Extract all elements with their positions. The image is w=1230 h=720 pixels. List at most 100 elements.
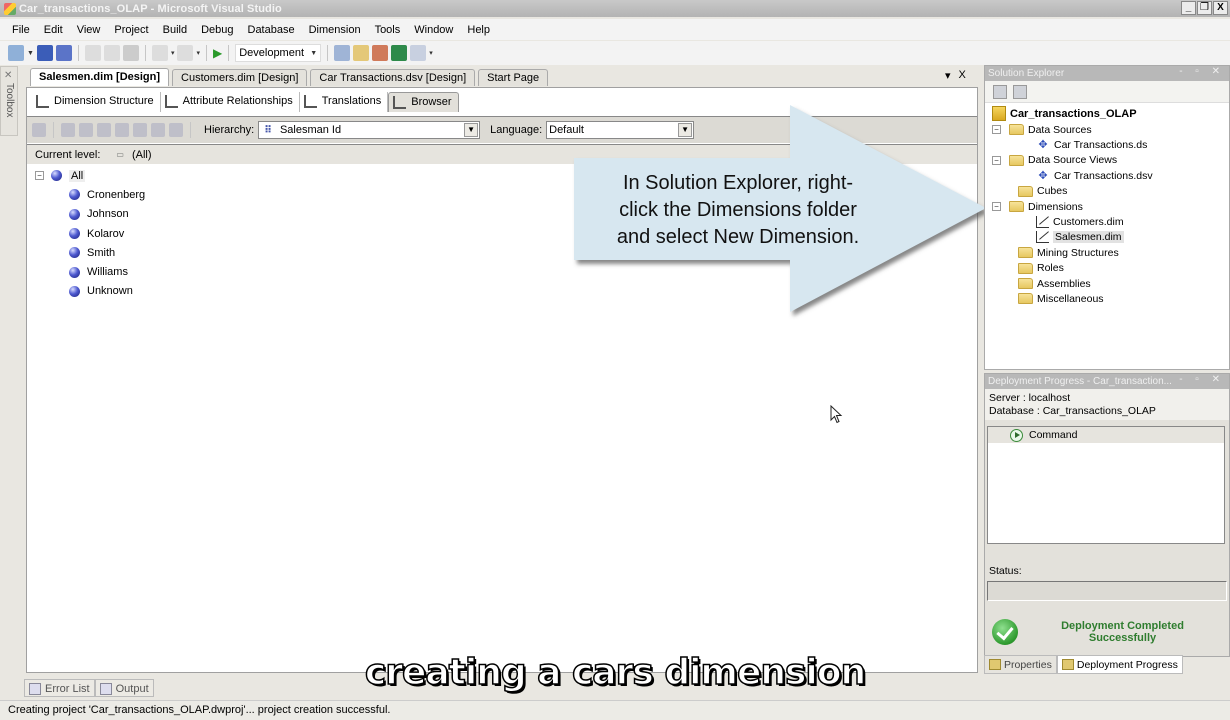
folder-roles[interactable]: Roles — [992, 261, 1229, 276]
close-document-icon[interactable]: X — [959, 69, 966, 82]
delete-member-icon[interactable] — [133, 123, 147, 137]
folder-cubes[interactable]: Cubes — [992, 184, 1229, 199]
tree-root-all[interactable]: − All — [35, 166, 145, 185]
writeback-icon[interactable] — [97, 123, 111, 137]
folder-data-source-views[interactable]: − Data Source Views — [992, 153, 1229, 168]
panel-controls[interactable]: - ▫ ✕ — [1179, 374, 1225, 385]
toolbar-options-icon[interactable]: ▾ — [429, 49, 433, 57]
active-files-dropdown-icon[interactable]: ▾ — [945, 69, 951, 82]
language-select[interactable]: Default ▼ — [546, 121, 695, 139]
collapse-icon[interactable]: − — [992, 155, 1001, 165]
panel-controls[interactable]: - ▫ ✕ — [1179, 66, 1225, 77]
hierarchy-select[interactable]: ⠿ Salesman Id ▼ — [258, 121, 481, 139]
reconnect-icon[interactable] — [61, 123, 75, 137]
command-row[interactable]: Command — [988, 427, 1224, 443]
copy-icon[interactable] — [103, 45, 120, 61]
tree-member[interactable]: Smith — [35, 243, 145, 262]
folder-miscellaneous[interactable]: Miscellaneous — [992, 291, 1229, 306]
folder-mining-structures[interactable]: Mining Structures — [992, 245, 1229, 260]
tools-icon[interactable] — [372, 45, 389, 61]
doc-tab-salesmen-dim[interactable]: Salesmen.dim [Design] — [30, 68, 170, 86]
folder-dimensions[interactable]: − Dimensions — [992, 199, 1229, 214]
collapse-icon[interactable]: − — [992, 202, 1001, 212]
tab-output[interactable]: Output — [94, 679, 154, 697]
menu-file[interactable]: File — [5, 22, 37, 38]
tree-member[interactable]: Kolarov — [35, 224, 145, 243]
properties-icon[interactable] — [993, 84, 1007, 99]
member-properties-icon[interactable] — [79, 123, 93, 137]
chevron-down-icon[interactable]: ▼ — [678, 123, 693, 137]
member-icon — [69, 208, 80, 220]
new-project-icon[interactable] — [8, 45, 24, 61]
file-customers-dim[interactable]: Customers.dim — [992, 214, 1229, 229]
expand-command-icon[interactable] — [1010, 428, 1023, 442]
file-salesmen-dim[interactable]: Salesmen.dim — [992, 230, 1229, 245]
menu-window[interactable]: Window — [407, 22, 460, 38]
indent-icon[interactable] — [151, 123, 165, 137]
save-all-icon[interactable] — [55, 45, 72, 61]
minimize-button[interactable]: _ — [1181, 1, 1196, 15]
file-car-transactions-ds[interactable]: ✥ Car Transactions.ds — [992, 137, 1229, 152]
tab-properties[interactable]: Properties — [984, 655, 1057, 674]
restore-button[interactable]: ❐ — [1197, 1, 1212, 15]
reprocess-icon[interactable] — [32, 123, 46, 137]
outdent-icon[interactable] — [169, 123, 183, 137]
project-node[interactable]: Car_transactions_OLAP — [992, 105, 1229, 122]
tab-error-list[interactable]: Error List — [24, 679, 95, 697]
folder-assemblies[interactable]: Assemblies — [992, 276, 1229, 291]
cut-icon[interactable] — [84, 45, 101, 61]
toolbox-tab[interactable]: ✕ Toolbox — [0, 66, 18, 136]
doc-tab-car-transactions-dsv[interactable]: Car Transactions.dsv [Design] — [310, 69, 476, 86]
menu-help[interactable]: Help — [460, 22, 497, 38]
save-icon[interactable] — [36, 45, 53, 61]
paste-icon[interactable] — [122, 45, 139, 61]
hierarchy-value: Salesman Id — [279, 124, 342, 136]
menu-dimension[interactable]: Dimension — [302, 22, 368, 38]
solution-configuration-select[interactable]: Development ▼ — [235, 44, 322, 62]
solution-explorer-icon[interactable] — [353, 45, 370, 61]
undo-dropdown-icon[interactable]: ▾ — [171, 49, 175, 57]
object-browser-icon[interactable] — [391, 45, 408, 61]
subtab-attribute-relationships[interactable]: Attribute Relationships — [161, 92, 300, 112]
menu-project[interactable]: Project — [107, 22, 155, 38]
tab-deployment-progress[interactable]: Deployment Progress — [1056, 655, 1183, 674]
menu-view[interactable]: View — [70, 22, 108, 38]
file-car-transactions-dsv[interactable]: ✥ Car Transactions.dsv — [992, 168, 1229, 183]
redo-dropdown-icon[interactable]: ▾ — [196, 49, 200, 57]
close-button[interactable]: X — [1213, 1, 1228, 15]
menu-database[interactable]: Database — [241, 22, 302, 38]
doc-tab-start-page[interactable]: Start Page — [478, 69, 549, 86]
collapse-icon[interactable]: − — [992, 125, 1001, 135]
redo-icon[interactable] — [177, 45, 194, 61]
tree-member[interactable]: Unknown — [35, 282, 145, 301]
menu-debug[interactable]: Debug — [194, 22, 240, 38]
menu-edit[interactable]: Edit — [37, 22, 70, 38]
collapse-icon[interactable]: − — [35, 171, 44, 181]
menu-build[interactable]: Build — [156, 22, 194, 38]
member-label: Kolarov — [87, 227, 125, 240]
tree-member[interactable]: Williams — [35, 262, 145, 281]
show-all-files-icon[interactable] — [1013, 84, 1027, 99]
node-label: Customers.dim — [1053, 216, 1124, 229]
properties-icon — [989, 659, 1001, 670]
folder-data-sources[interactable]: − Data Sources — [992, 122, 1229, 137]
toolbar-separator — [53, 122, 54, 138]
tree-member[interactable]: Cronenberg — [35, 185, 145, 204]
dimension-structure-icon — [36, 95, 49, 108]
find-icon[interactable] — [334, 45, 351, 61]
doc-tab-customers-dim[interactable]: Customers.dim [Design] — [172, 69, 308, 86]
member-label: Johnson — [87, 208, 129, 221]
chevron-down-icon[interactable]: ▼ — [464, 123, 479, 137]
menu-tools[interactable]: Tools — [368, 22, 408, 38]
subtab-translations[interactable]: Translations — [300, 92, 389, 112]
undo-icon[interactable] — [151, 45, 168, 61]
tree-member[interactable]: Johnson — [35, 205, 145, 224]
subtab-label: Dimension Structure — [54, 95, 154, 107]
subtab-dimension-structure[interactable]: Dimension Structure — [32, 92, 161, 112]
add-member-icon[interactable] — [115, 123, 129, 137]
command-window-icon[interactable] — [410, 45, 427, 61]
new-project-dropdown-icon[interactable]: ▼ — [27, 50, 34, 57]
start-debugging-icon[interactable]: ▶ — [213, 46, 222, 60]
subtab-browser[interactable]: Browser — [388, 92, 459, 112]
toolbar-separator — [228, 45, 230, 61]
